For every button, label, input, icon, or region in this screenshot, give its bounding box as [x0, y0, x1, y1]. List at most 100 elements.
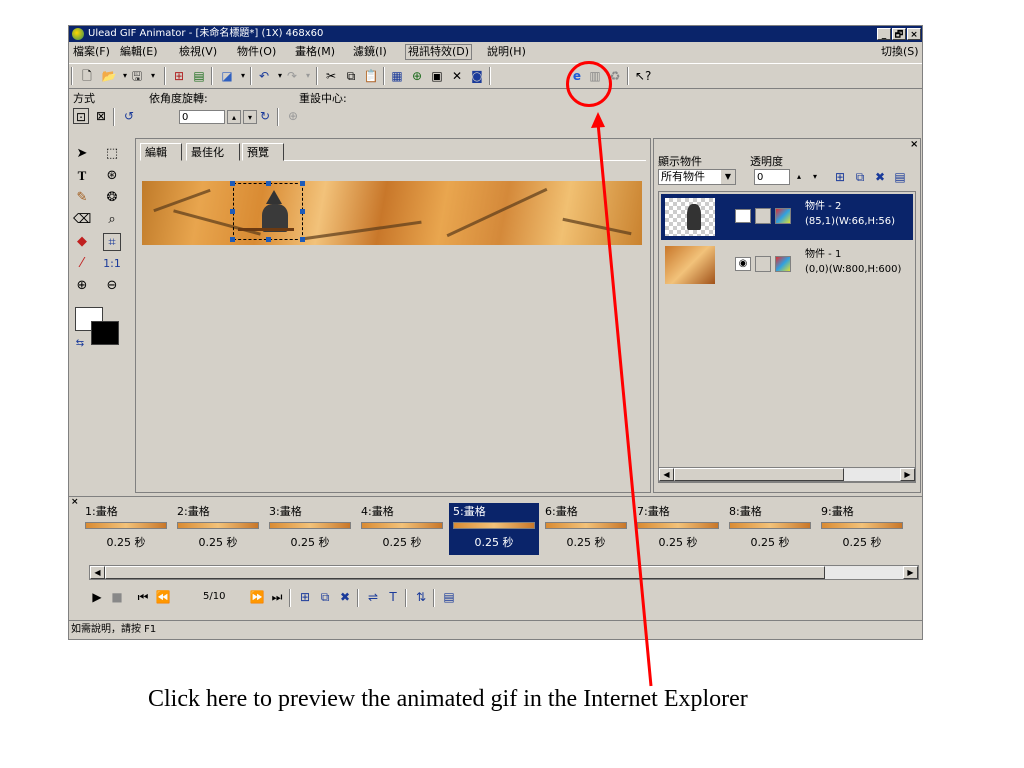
stop-icon[interactable]: ■	[109, 589, 125, 605]
frame-delay[interactable]: 0.25 秒	[81, 534, 171, 550]
scroll-left-icon[interactable]: ◀	[90, 566, 105, 579]
opacity-spin-icon[interactable]: ▴	[792, 169, 806, 185]
actual-size-icon[interactable]: 1:1	[103, 255, 121, 273]
restore-button[interactable]: 🗗	[892, 28, 906, 40]
object-filter-select[interactable]: 所有物件 ▼	[658, 169, 736, 185]
text-tool-icon[interactable]: T	[73, 167, 91, 185]
tab-preview[interactable]: 預覽	[242, 143, 284, 161]
object-list-scrollbar[interactable]: ◀ ▶	[658, 467, 916, 482]
resize-handle[interactable]	[300, 181, 305, 186]
frame-delay[interactable]: 0.25 秒	[541, 534, 631, 550]
zoom-out-icon[interactable]: ⊖	[103, 277, 121, 295]
text-banner-icon[interactable]: T	[385, 589, 401, 605]
frame-thumbnail[interactable]: 7:畫格 0.25 秒	[633, 503, 723, 555]
rotate-dropdown-icon[interactable]: ▾	[243, 110, 257, 124]
add-frame-icon[interactable]: ▦	[389, 68, 405, 84]
frame-thumbnail[interactable]: 2:畫格 0.25 秒	[173, 503, 263, 555]
frame-thumbnail[interactable]: 1:畫格 0.25 秒	[81, 503, 171, 555]
first-frame-icon[interactable]: ⏮	[135, 589, 151, 605]
lock-toggle[interactable]	[755, 256, 771, 272]
copy-icon[interactable]: ⧉	[343, 68, 359, 84]
delete-frame-icon[interactable]: ▣	[429, 68, 445, 84]
play-icon[interactable]: ▶	[89, 589, 105, 605]
resize-handle[interactable]	[230, 237, 235, 242]
undo-icon[interactable]: ↶	[256, 68, 272, 84]
object-new-icon[interactable]: ⊞	[832, 169, 848, 185]
add-video-icon[interactable]: ▤	[191, 68, 207, 84]
paste-icon[interactable]: 📋	[363, 68, 379, 84]
save-icon[interactable]: 🖫	[129, 68, 145, 84]
cut-icon[interactable]: ✂	[323, 68, 339, 84]
marquee-tool-icon[interactable]: ⬚	[103, 145, 121, 163]
rotate-ccw-icon[interactable]: ↺	[121, 108, 137, 124]
swap-colors-icon[interactable]: ⇆	[71, 335, 89, 353]
resize-handle[interactable]	[266, 181, 271, 186]
redo-dropdown-icon[interactable]: ▾	[300, 68, 316, 84]
rotate-angle-input[interactable]	[179, 110, 225, 124]
foreground-color-swatch[interactable]	[91, 321, 119, 345]
menu-filter[interactable]: 濾鏡(I)	[353, 43, 387, 61]
optimize-icon[interactable]: ◙	[469, 68, 485, 84]
save-dropdown-icon[interactable]: ▾	[145, 68, 161, 84]
frame-thumbnail[interactable]: 3:畫格 0.25 秒	[265, 503, 355, 555]
rotate-cw-icon[interactable]: ↻	[257, 108, 273, 124]
frame-delay[interactable]: 0.25 秒	[633, 534, 723, 550]
reset-center-icon[interactable]: ⊕	[285, 108, 301, 124]
frame-thumbnail[interactable]: 5:畫格 0.25 秒	[449, 503, 539, 555]
minimize-button[interactable]: _	[877, 28, 891, 40]
tab-optimize[interactable]: 最佳化	[186, 143, 240, 161]
menu-help[interactable]: 說明(H)	[487, 43, 526, 61]
pick-tool-icon[interactable]: ➤	[73, 145, 91, 163]
scroll-left-icon[interactable]: ◀	[659, 468, 674, 481]
add-image-icon[interactable]: ⊞	[171, 68, 187, 84]
previous-frame-icon[interactable]: ⏪	[155, 589, 171, 605]
eraser-tool-icon[interactable]: ⌫	[73, 211, 91, 229]
color-icon[interactable]	[775, 256, 791, 272]
frame-delay[interactable]: 0.25 秒	[817, 534, 907, 550]
menu-file[interactable]: 檔案(F)	[73, 43, 110, 61]
menu-frame[interactable]: 畫格(M)	[295, 43, 335, 61]
frame-delay[interactable]: 0.25 秒	[725, 534, 815, 550]
menu-video-effects[interactable]: 視訊特效(D)	[405, 44, 473, 60]
eyedropper-tool-icon[interactable]: ⁄	[73, 255, 91, 273]
frame-thumbnail[interactable]: 9:畫格 0.25 秒	[817, 503, 907, 555]
object-delete-icon[interactable]: ✖	[872, 169, 888, 185]
add-frame-icon[interactable]: ⊞	[297, 589, 313, 605]
banner-text-icon[interactable]: ◪	[219, 68, 235, 84]
object-properties-icon[interactable]: ▤	[892, 169, 908, 185]
visibility-eye-icon[interactable]: ◉	[735, 257, 751, 271]
scroll-thumb[interactable]	[105, 566, 825, 579]
opacity-input[interactable]	[754, 169, 790, 185]
last-frame-icon[interactable]: ⏭	[269, 589, 285, 605]
frame-delay[interactable]: 0.25 秒	[173, 534, 263, 550]
scroll-thumb[interactable]	[674, 468, 844, 481]
frame-panel-close-icon[interactable]: ×	[71, 497, 79, 507]
rotate-spin-icon[interactable]: ▴	[227, 110, 241, 124]
reverse-frames-icon[interactable]: ⇅	[413, 589, 429, 605]
panel-close-icon[interactable]: ×	[910, 139, 918, 150]
menu-switch[interactable]: 切換(S)	[881, 43, 919, 61]
transform-tool-icon[interactable]: ⌗	[103, 233, 121, 251]
opacity-dropdown-icon[interactable]: ▾	[808, 169, 822, 185]
duplicate-frame-icon[interactable]: ⊕	[409, 68, 425, 84]
fill-tool-icon[interactable]: ◆	[73, 233, 91, 251]
visibility-eye-icon[interactable]: ◉	[735, 209, 751, 223]
frame-properties-icon[interactable]: ▤	[441, 589, 457, 605]
next-frame-icon[interactable]: ⏩	[249, 589, 265, 605]
tween-icon[interactable]: ⇌	[365, 589, 381, 605]
frame-delay[interactable]: 0.25 秒	[449, 534, 539, 550]
tween-icon[interactable]: ✕	[449, 68, 465, 84]
resize-handle[interactable]	[266, 237, 271, 242]
zoom-in-icon[interactable]: ⊕	[73, 277, 91, 295]
chevron-down-icon[interactable]: ▼	[721, 170, 735, 184]
delete-frame-icon[interactable]: ✖	[337, 589, 353, 605]
frame-list-scrollbar[interactable]: ◀ ▶	[89, 565, 919, 580]
fill-mode-icon[interactable]: ⊠	[93, 108, 109, 124]
scroll-right-icon[interactable]: ▶	[900, 468, 915, 481]
resize-handle[interactable]	[300, 237, 305, 242]
frame-delay[interactable]: 0.25 秒	[357, 534, 447, 550]
new-file-icon[interactable]: 🗋	[79, 68, 95, 84]
redo-icon[interactable]: ↷	[284, 68, 300, 84]
menu-edit[interactable]: 編輯(E)	[120, 43, 158, 61]
frame-thumbnail[interactable]: 4:畫格 0.25 秒	[357, 503, 447, 555]
